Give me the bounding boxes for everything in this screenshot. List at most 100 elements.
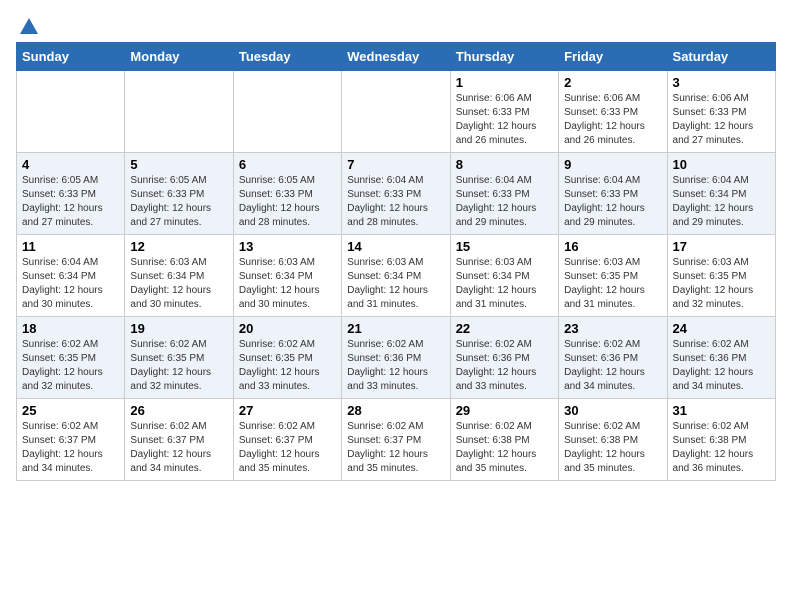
- day-number: 11: [22, 239, 119, 254]
- column-header-tuesday: Tuesday: [233, 43, 341, 71]
- day-number: 1: [456, 75, 553, 90]
- calendar-week-row: 11 Sunrise: 6:04 AM Sunset: 6:34 PM Dayli…: [17, 235, 776, 317]
- day-number: 4: [22, 157, 119, 172]
- day-number: 16: [564, 239, 661, 254]
- calendar-cell: 23 Sunrise: 6:02 AM Sunset: 6:36 PM Dayli…: [559, 317, 667, 399]
- day-number: 21: [347, 321, 444, 336]
- calendar-cell: 5 Sunrise: 6:05 AM Sunset: 6:33 PM Daylig…: [125, 153, 233, 235]
- day-number: 14: [347, 239, 444, 254]
- day-number: 17: [673, 239, 770, 254]
- day-number: 30: [564, 403, 661, 418]
- logo-icon: [18, 16, 40, 38]
- day-number: 26: [130, 403, 227, 418]
- day-info: Sunrise: 6:04 AM Sunset: 6:34 PM Dayligh…: [22, 256, 119, 312]
- day-info: Sunrise: 6:02 AM Sunset: 6:37 PM Dayligh…: [239, 420, 336, 476]
- calendar-cell: [342, 71, 450, 153]
- day-number: 2: [564, 75, 661, 90]
- day-info: Sunrise: 6:05 AM Sunset: 6:33 PM Dayligh…: [22, 174, 119, 230]
- calendar-cell: 1 Sunrise: 6:06 AM Sunset: 6:33 PM Daylig…: [450, 71, 558, 153]
- calendar-cell: 6Sunrise: 6:05 AM Sunset: 6:33 PM Daylig…: [233, 153, 341, 235]
- calendar-cell: 22 Sunrise: 6:02 AM Sunset: 6:36 PM Dayli…: [450, 317, 558, 399]
- calendar-cell: 4 Sunrise: 6:05 AM Sunset: 6:33 PM Daylig…: [17, 153, 125, 235]
- calendar-cell: 7Sunrise: 6:04 AM Sunset: 6:33 PM Daylig…: [342, 153, 450, 235]
- calendar-cell: [17, 71, 125, 153]
- calendar-cell: 3 Sunrise: 6:06 AM Sunset: 6:33 PM Daylig…: [667, 71, 775, 153]
- day-number: 8: [456, 157, 553, 172]
- day-info: Sunrise: 6:02 AM Sunset: 6:36 PM Dayligh…: [673, 338, 770, 394]
- day-info: Sunrise: 6:03 AM Sunset: 6:35 PM Dayligh…: [673, 256, 770, 312]
- day-info: Sunrise: 6:03 AM Sunset: 6:34 PM Dayligh…: [130, 256, 227, 312]
- day-number: 31: [673, 403, 770, 418]
- page-header: [16, 16, 776, 34]
- calendar-cell: [125, 71, 233, 153]
- day-info: Sunrise: 6:06 AM Sunset: 6:33 PM Dayligh…: [456, 92, 553, 148]
- logo: [16, 16, 42, 34]
- day-info: Sunrise: 6:03 AM Sunset: 6:34 PM Dayligh…: [456, 256, 553, 312]
- calendar-cell: 21 Sunrise: 6:02 AM Sunset: 6:36 PM Dayli…: [342, 317, 450, 399]
- day-info: Sunrise: 6:02 AM Sunset: 6:35 PM Dayligh…: [130, 338, 227, 394]
- calendar-week-row: 18 Sunrise: 6:02 AM Sunset: 6:35 PM Dayli…: [17, 317, 776, 399]
- day-info: Sunrise: 6:03 AM Sunset: 6:35 PM Dayligh…: [564, 256, 661, 312]
- day-number: 5: [130, 157, 227, 172]
- day-info: Sunrise: 6:06 AM Sunset: 6:33 PM Dayligh…: [673, 92, 770, 148]
- calendar-cell: 26 Sunrise: 6:02 AM Sunset: 6:37 PM Dayli…: [125, 399, 233, 481]
- day-info: Sunrise: 6:03 AM Sunset: 6:34 PM Dayligh…: [347, 256, 444, 312]
- column-header-monday: Monday: [125, 43, 233, 71]
- calendar-cell: [233, 71, 341, 153]
- calendar-cell: 11 Sunrise: 6:04 AM Sunset: 6:34 PM Dayli…: [17, 235, 125, 317]
- column-header-thursday: Thursday: [450, 43, 558, 71]
- day-info: Sunrise: 6:02 AM Sunset: 6:37 PM Dayligh…: [22, 420, 119, 476]
- calendar-cell: 27Sunrise: 6:02 AM Sunset: 6:37 PM Dayli…: [233, 399, 341, 481]
- day-info: Sunrise: 6:02 AM Sunset: 6:37 PM Dayligh…: [347, 420, 444, 476]
- calendar-header-row: SundayMondayTuesdayWednesdayThursdayFrid…: [17, 43, 776, 71]
- day-number: 23: [564, 321, 661, 336]
- day-info: Sunrise: 6:06 AM Sunset: 6:33 PM Dayligh…: [564, 92, 661, 148]
- calendar-week-row: 25 Sunrise: 6:02 AM Sunset: 6:37 PM Dayli…: [17, 399, 776, 481]
- calendar-cell: 18 Sunrise: 6:02 AM Sunset: 6:35 PM Dayli…: [17, 317, 125, 399]
- day-number: 20: [239, 321, 336, 336]
- column-header-friday: Friday: [559, 43, 667, 71]
- day-number: 28: [347, 403, 444, 418]
- day-info: Sunrise: 6:02 AM Sunset: 6:37 PM Dayligh…: [130, 420, 227, 476]
- calendar-cell: 20 Sunrise: 6:02 AM Sunset: 6:35 PM Dayli…: [233, 317, 341, 399]
- day-info: Sunrise: 6:02 AM Sunset: 6:38 PM Dayligh…: [673, 420, 770, 476]
- day-number: 7: [347, 157, 444, 172]
- day-info: Sunrise: 6:02 AM Sunset: 6:35 PM Dayligh…: [22, 338, 119, 394]
- calendar-cell: 2 Sunrise: 6:06 AM Sunset: 6:33 PM Daylig…: [559, 71, 667, 153]
- day-number: 3: [673, 75, 770, 90]
- calendar-week-row: 1 Sunrise: 6:06 AM Sunset: 6:33 PM Daylig…: [17, 71, 776, 153]
- calendar-cell: 31 Sunrise: 6:02 AM Sunset: 6:38 PM Dayli…: [667, 399, 775, 481]
- day-info: Sunrise: 6:05 AM Sunset: 6:33 PM Dayligh…: [130, 174, 227, 230]
- calendar-cell: 30 Sunrise: 6:02 AM Sunset: 6:38 PM Dayli…: [559, 399, 667, 481]
- day-info: Sunrise: 6:02 AM Sunset: 6:36 PM Dayligh…: [564, 338, 661, 394]
- day-info: Sunrise: 6:04 AM Sunset: 6:33 PM Dayligh…: [456, 174, 553, 230]
- day-number: 29: [456, 403, 553, 418]
- day-number: 6: [239, 157, 336, 172]
- day-number: 24: [673, 321, 770, 336]
- calendar-table: SundayMondayTuesdayWednesdayThursdayFrid…: [16, 42, 776, 481]
- day-info: Sunrise: 6:02 AM Sunset: 6:36 PM Dayligh…: [456, 338, 553, 394]
- calendar-cell: 19 Sunrise: 6:02 AM Sunset: 6:35 PM Dayli…: [125, 317, 233, 399]
- calendar-cell: 10 Sunrise: 6:04 AM Sunset: 6:34 PM Dayli…: [667, 153, 775, 235]
- day-number: 19: [130, 321, 227, 336]
- calendar-cell: 24 Sunrise: 6:02 AM Sunset: 6:36 PM Dayli…: [667, 317, 775, 399]
- calendar-cell: 9Sunrise: 6:04 AM Sunset: 6:33 PM Daylig…: [559, 153, 667, 235]
- calendar-cell: 16 Sunrise: 6:03 AM Sunset: 6:35 PM Dayli…: [559, 235, 667, 317]
- column-header-sunday: Sunday: [17, 43, 125, 71]
- day-info: Sunrise: 6:04 AM Sunset: 6:34 PM Dayligh…: [673, 174, 770, 230]
- day-info: Sunrise: 6:02 AM Sunset: 6:38 PM Dayligh…: [456, 420, 553, 476]
- calendar-cell: 29 Sunrise: 6:02 AM Sunset: 6:38 PM Dayli…: [450, 399, 558, 481]
- calendar-week-row: 4 Sunrise: 6:05 AM Sunset: 6:33 PM Daylig…: [17, 153, 776, 235]
- day-number: 10: [673, 157, 770, 172]
- day-number: 12: [130, 239, 227, 254]
- calendar-cell: 8 Sunrise: 6:04 AM Sunset: 6:33 PM Daylig…: [450, 153, 558, 235]
- day-number: 22: [456, 321, 553, 336]
- day-info: Sunrise: 6:02 AM Sunset: 6:38 PM Dayligh…: [564, 420, 661, 476]
- day-number: 25: [22, 403, 119, 418]
- day-number: 9: [564, 157, 661, 172]
- day-info: Sunrise: 6:02 AM Sunset: 6:36 PM Dayligh…: [347, 338, 444, 394]
- day-info: Sunrise: 6:02 AM Sunset: 6:35 PM Dayligh…: [239, 338, 336, 394]
- calendar-cell: 25 Sunrise: 6:02 AM Sunset: 6:37 PM Dayli…: [17, 399, 125, 481]
- calendar-cell: 15Sunrise: 6:03 AM Sunset: 6:34 PM Dayli…: [450, 235, 558, 317]
- day-number: 18: [22, 321, 119, 336]
